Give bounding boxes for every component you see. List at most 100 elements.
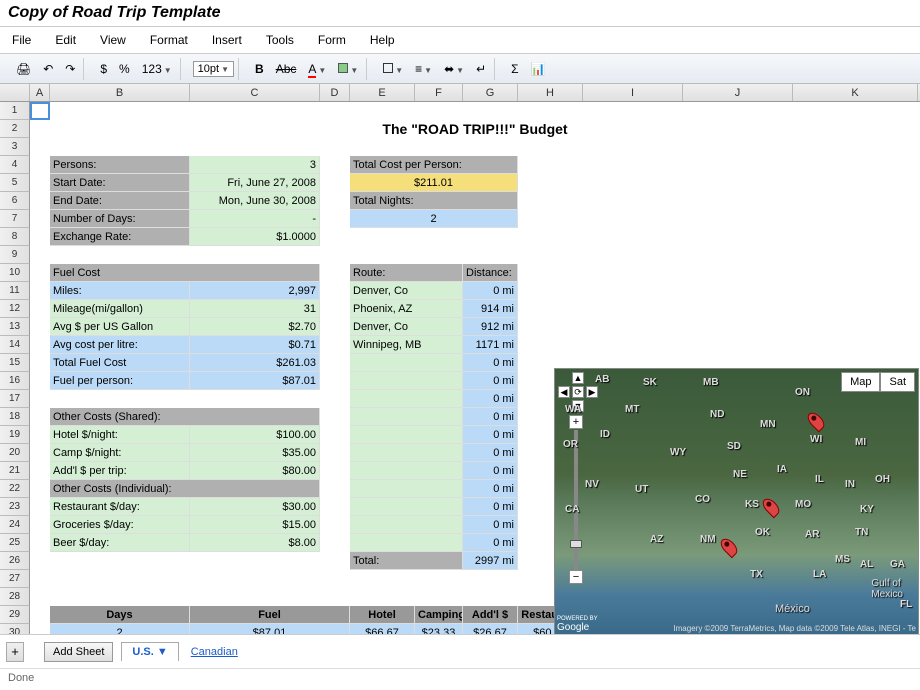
route-dist[interactable]: 0 mi [463,282,518,300]
align-button[interactable]: ≡▼ [411,60,436,78]
fuel-value[interactable]: 31 [190,300,320,318]
spreadsheet-grid[interactable]: 1234567891011121314151617181920212223242… [0,102,920,660]
route-dist[interactable]: 0 mi [463,516,518,534]
row-header-6[interactable]: 6 [0,192,30,210]
route-total-value[interactable]: 2997 mi [463,552,518,570]
shared-value[interactable]: $100.00 [190,426,320,444]
fuel-value[interactable]: $0.71 [190,336,320,354]
map-embed[interactable]: ▲ ◀ ⟳ ▶ ▼ + − Map Sat SKMBONNDMNWIMISDIA… [554,368,919,636]
col-header-a[interactable]: A [30,84,50,101]
ind-label[interactable]: Restaurant $/day: [50,498,190,516]
col-header-j[interactable]: J [683,84,793,101]
row-header-11[interactable]: 11 [0,282,30,300]
col-header-g[interactable]: G [463,84,518,101]
param-value[interactable]: - [190,210,320,228]
fuel-label[interactable]: Fuel per person: [50,372,190,390]
text-color-button[interactable]: A▼ [304,60,330,78]
row-header-24[interactable]: 24 [0,516,30,534]
summary-header[interactable]: Fuel [190,606,350,624]
total-nights-label[interactable]: Total Nights: [350,192,518,210]
add-tab-icon[interactable]: + [6,642,24,662]
fuel-label[interactable]: Miles: [50,282,190,300]
route-stop[interactable] [350,516,463,534]
fuel-label[interactable]: Mileage(mi/gallon) [50,300,190,318]
fill-color-button[interactable]: ▼ [334,60,362,78]
col-header-d[interactable]: D [320,84,350,101]
route-dist[interactable]: 0 mi [463,408,518,426]
route-stop[interactable] [350,462,463,480]
route-stop[interactable] [350,372,463,390]
map-pan-up-icon[interactable]: ▲ [572,372,584,384]
shared-label[interactable]: Add'l $ per trip: [50,462,190,480]
row-header-1[interactable]: 1 [0,102,30,120]
number-format-button[interactable]: 123▼ [138,60,176,78]
print-icon[interactable]: 🖨 [12,60,35,78]
menu-form[interactable]: Form [318,33,346,47]
menu-help[interactable]: Help [370,33,395,47]
map-pan-right-icon[interactable]: ▶ [586,386,598,398]
row-header-4[interactable]: 4 [0,156,30,174]
row-header-7[interactable]: 7 [0,210,30,228]
map-zoom-out-icon[interactable]: − [569,570,583,584]
route-stop[interactable]: Phoenix, AZ [350,300,463,318]
ind-label[interactable]: Beer $/day: [50,534,190,552]
shared-label[interactable]: Hotel $/night: [50,426,190,444]
ind-value[interactable]: $30.00 [190,498,320,516]
fuel-label[interactable]: Avg $ per US Gallon [50,318,190,336]
map-zoom-in-icon[interactable]: + [569,415,583,429]
summary-header[interactable]: Days [50,606,190,624]
route-stop[interactable] [350,390,463,408]
fuel-label[interactable]: Total Fuel Cost [50,354,190,372]
route-dist[interactable]: 0 mi [463,390,518,408]
total-nights-value[interactable]: 2 [350,210,518,228]
row-header-18[interactable]: 18 [0,408,30,426]
route-dist[interactable]: 0 mi [463,354,518,372]
menu-view[interactable]: View [100,33,126,47]
sheet-tab-canadian[interactable]: Canadian [191,646,238,658]
currency-format-button[interactable]: $ [96,60,111,78]
param-label[interactable]: Persons: [50,156,190,174]
fuel-value[interactable]: $261.03 [190,354,320,372]
map-marker-phoenix[interactable] [718,536,741,559]
map-marker-denver[interactable] [760,496,783,519]
col-header-f[interactable]: F [415,84,463,101]
sheet-tab-us[interactable]: U.S. ▼ [121,642,178,661]
merge-button[interactable]: ⬌▼ [440,60,468,78]
shared-label[interactable]: Camp $/night: [50,444,190,462]
fuel-value[interactable]: $87.01 [190,372,320,390]
summary-header[interactable]: Camping [415,606,463,624]
bold-button[interactable]: B [251,60,268,78]
route-stop[interactable] [350,444,463,462]
route-stop[interactable] [350,498,463,516]
param-label[interactable]: End Date: [50,192,190,210]
ind-label[interactable]: Groceries $/day: [50,516,190,534]
row-header-23[interactable]: 23 [0,498,30,516]
map-zoom-handle[interactable] [570,540,582,548]
map-image[interactable]: ▲ ◀ ⟳ ▶ ▼ + − Map Sat SKMBONNDMNWIMISDIA… [555,369,918,635]
route-dist[interactable]: 0 mi [463,426,518,444]
other-ind-header[interactable]: Other Costs (Individual): [50,480,320,498]
select-all-corner[interactable] [0,84,30,101]
param-label[interactable]: Number of Days: [50,210,190,228]
route-stop[interactable] [350,354,463,372]
route-stop[interactable] [350,480,463,498]
row-header-25[interactable]: 25 [0,534,30,552]
col-header-i[interactable]: I [583,84,683,101]
route-dist[interactable]: 0 mi [463,480,518,498]
param-value[interactable]: Mon, June 30, 2008 [190,192,320,210]
route-dist[interactable]: 0 mi [463,498,518,516]
menu-format[interactable]: Format [150,33,188,47]
row-header-5[interactable]: 5 [0,174,30,192]
map-type-sat-button[interactable]: Sat [880,372,915,392]
font-size-select[interactable]: 10pt▼ [193,61,234,77]
row-header-16[interactable]: 16 [0,372,30,390]
route-dist[interactable]: 912 mi [463,318,518,336]
menu-edit[interactable]: Edit [55,33,76,47]
row-header-21[interactable]: 21 [0,462,30,480]
route-dist[interactable]: 0 mi [463,444,518,462]
borders-button[interactable]: ▼ [379,60,407,78]
row-header-14[interactable]: 14 [0,336,30,354]
route-dist[interactable]: 1171 mi [463,336,518,354]
undo-icon[interactable]: ↶ [39,60,57,78]
map-pan-left-icon[interactable]: ◀ [558,386,570,398]
